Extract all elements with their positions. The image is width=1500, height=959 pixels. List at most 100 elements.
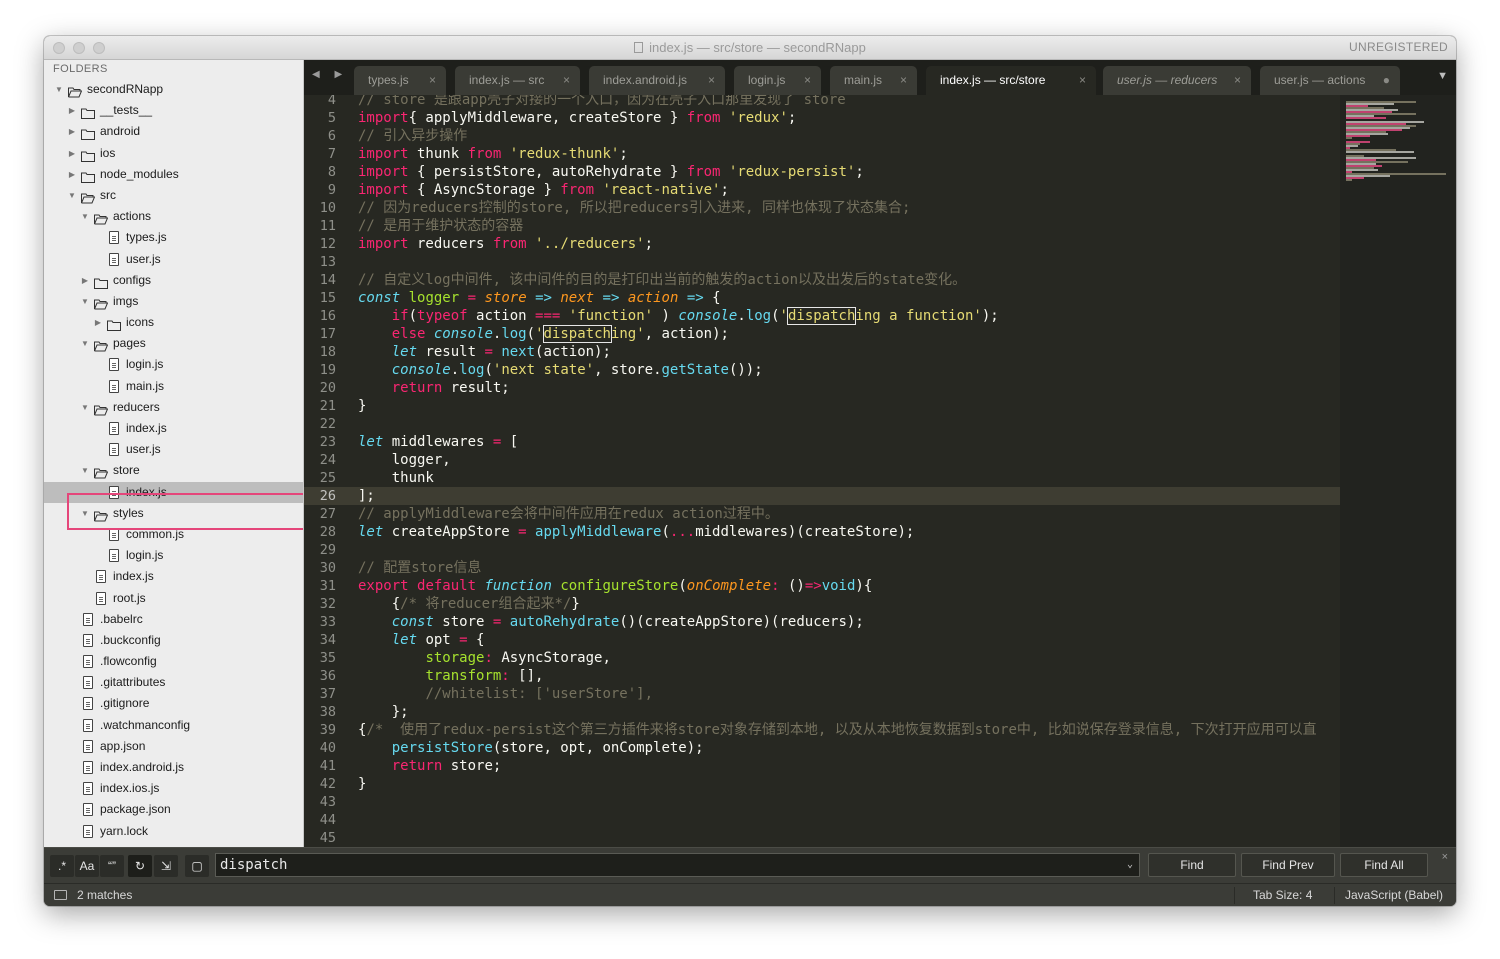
editor-tab[interactable]: user.js — reducers × <box>1103 66 1251 95</box>
tree-folder[interactable]: ▶ icons <box>44 312 303 333</box>
tree-file[interactable]: login.js <box>44 354 303 375</box>
tree-file[interactable]: index.js <box>44 418 303 439</box>
tree-folder[interactable]: ▶ ios <box>44 143 303 164</box>
tree-file[interactable]: app.json <box>44 736 303 757</box>
code-token: function <box>484 578 552 594</box>
disclosure-closed-icon[interactable]: ▶ <box>80 270 90 291</box>
tree-folder[interactable]: ▼ secondRNapp <box>44 79 303 100</box>
editor-tab[interactable]: index.js — src/store × <box>926 66 1096 95</box>
tab-close-icon[interactable]: × <box>1234 66 1241 95</box>
tree-file[interactable]: yarn.lock <box>44 821 303 842</box>
in-selection-toggle[interactable]: ⇲ <box>154 855 178 877</box>
tree-folder[interactable]: ▼ styles <box>44 503 303 524</box>
code-editor[interactable]: 4 5 6 7 8 9 10 11 12 13 14 15 16 17 18 19 20 21 22 23 24 25 26… <box>304 95 1340 847</box>
tree-file[interactable]: .babelrc <box>44 609 303 630</box>
editor-tab[interactable]: index.js — src × <box>455 66 580 95</box>
tree-folder[interactable]: ▼ store <box>44 460 303 481</box>
disclosure-closed-icon[interactable]: ▶ <box>67 143 77 164</box>
tab-close-icon[interactable]: × <box>804 66 811 95</box>
tree-file[interactable]: user.js <box>44 249 303 270</box>
editor-tab[interactable]: main.js × <box>830 66 917 95</box>
tab-close-icon[interactable]: × <box>1079 66 1086 95</box>
tree-folder[interactable]: ▼ imgs <box>44 291 303 312</box>
tab-close-icon[interactable]: × <box>900 66 907 95</box>
code-token: logger <box>408 290 460 306</box>
disclosure-closed-icon[interactable]: ▶ <box>67 100 77 121</box>
tree-folder[interactable]: ▼ actions <box>44 206 303 227</box>
editor-tab[interactable]: login.js × <box>734 66 821 95</box>
disclosure-closed-icon[interactable]: ▶ <box>67 164 77 185</box>
tree-folder[interactable]: ▶ __tests__ <box>44 100 303 121</box>
disclosure-open-icon[interactable]: ▼ <box>67 185 77 206</box>
code-token: AsyncStorage, <box>492 650 611 666</box>
find-input[interactable]: dispatch ⌄ <box>215 853 1140 877</box>
disclosure-open-icon[interactable]: ▼ <box>80 503 90 524</box>
find-button[interactable]: Find <box>1148 853 1236 877</box>
disclosure-open-icon[interactable]: ▼ <box>54 79 64 100</box>
code-token: storage <box>425 650 485 666</box>
tab-size-selector[interactable]: Tab Size: 4 <box>1253 884 1312 906</box>
tree-file[interactable]: .gitattributes <box>44 672 303 693</box>
window-title: index.js — src/store — secondRNapp <box>44 40 1456 55</box>
tree-file[interactable]: .gitignore <box>44 693 303 714</box>
tree-file[interactable]: user.js <box>44 439 303 460</box>
line-number: 4 <box>327 95 336 108</box>
tree-file[interactable]: .buckconfig <box>44 630 303 651</box>
panel-toggle-icon[interactable] <box>54 890 67 900</box>
disclosure-open-icon[interactable]: ▼ <box>80 397 90 418</box>
tree-folder[interactable]: ▶ node_modules <box>44 164 303 185</box>
disclosure-closed-icon[interactable]: ▶ <box>67 121 77 142</box>
find-prev-button[interactable]: Find Prev <box>1241 853 1335 877</box>
find-all-button[interactable]: Find All <box>1340 853 1428 877</box>
tree-file[interactable]: login.js <box>44 545 303 566</box>
disclosure-open-icon[interactable]: ▼ <box>80 291 90 312</box>
tree-folder[interactable]: ▼ reducers <box>44 397 303 418</box>
wrap-toggle[interactable]: ↻ <box>128 855 152 877</box>
tab-overflow-icon[interactable]: ▼ <box>1437 70 1448 82</box>
tree-file[interactable]: .watchmanconfig <box>44 715 303 736</box>
tab-nav-arrows[interactable]: ◀ ▶ <box>312 69 348 80</box>
disclosure-open-icon[interactable]: ▼ <box>80 333 90 354</box>
line-number: 29 <box>319 542 336 558</box>
tree-file[interactable]: root.js <box>44 588 303 609</box>
tree-file[interactable]: index.android.js <box>44 757 303 778</box>
code-line: // 是用于维护状态的容器 <box>358 217 523 235</box>
tree-file[interactable]: package.json <box>44 799 303 820</box>
minimap[interactable] <box>1340 95 1456 847</box>
tree-folder[interactable]: ▼ pages <box>44 333 303 354</box>
tree-file[interactable]: main.js <box>44 376 303 397</box>
line-number: 9 <box>327 182 336 198</box>
tree-folder[interactable]: ▶ android <box>44 121 303 142</box>
tab-close-icon[interactable]: × <box>429 66 436 95</box>
case-sensitive-toggle[interactable]: Aa <box>75 855 99 877</box>
disclosure-open-icon[interactable]: ▼ <box>80 460 90 481</box>
tree-file[interactable]: index.ios.js <box>44 778 303 799</box>
editor-tab[interactable]: index.android.js × <box>589 66 725 95</box>
unsaved-dot-icon[interactable]: ● <box>1383 66 1390 95</box>
tree-file[interactable]: common.js <box>44 524 303 545</box>
editor-tab[interactable]: user.js — actions ● <box>1260 66 1400 95</box>
tree-file[interactable]: index.js <box>44 566 303 587</box>
match-count: 2 matches <box>77 888 133 902</box>
tree-file[interactable]: types.js <box>44 227 303 248</box>
tree-folder[interactable]: ▼ src <box>44 185 303 206</box>
tree-file[interactable]: .flowconfig <box>44 651 303 672</box>
disclosure-closed-icon[interactable]: ▶ <box>93 312 103 333</box>
disclosure-open-icon[interactable]: ▼ <box>80 206 90 227</box>
regex-toggle[interactable]: .* <box>50 855 74 877</box>
editor-tab[interactable]: types.js × <box>354 66 446 95</box>
tab-label: user.js — reducers <box>1117 73 1218 87</box>
tree-folder[interactable]: ▶ configs <box>44 270 303 291</box>
whole-word-toggle[interactable]: “” <box>100 855 124 877</box>
history-dropdown-icon[interactable]: ⌄ <box>1127 854 1133 876</box>
minimap-line <box>1346 151 1414 153</box>
tab-close-icon[interactable]: × <box>708 66 715 95</box>
syntax-selector[interactable]: JavaScript (Babel) <box>1345 884 1443 906</box>
highlight-matches-toggle[interactable]: ▢ <box>185 855 209 877</box>
tab-close-icon[interactable]: × <box>563 66 570 95</box>
code-token: 'next state' <box>492 362 595 378</box>
tree-file[interactable]: index.js <box>44 481 303 503</box>
close-find-icon[interactable]: × <box>1442 851 1448 863</box>
